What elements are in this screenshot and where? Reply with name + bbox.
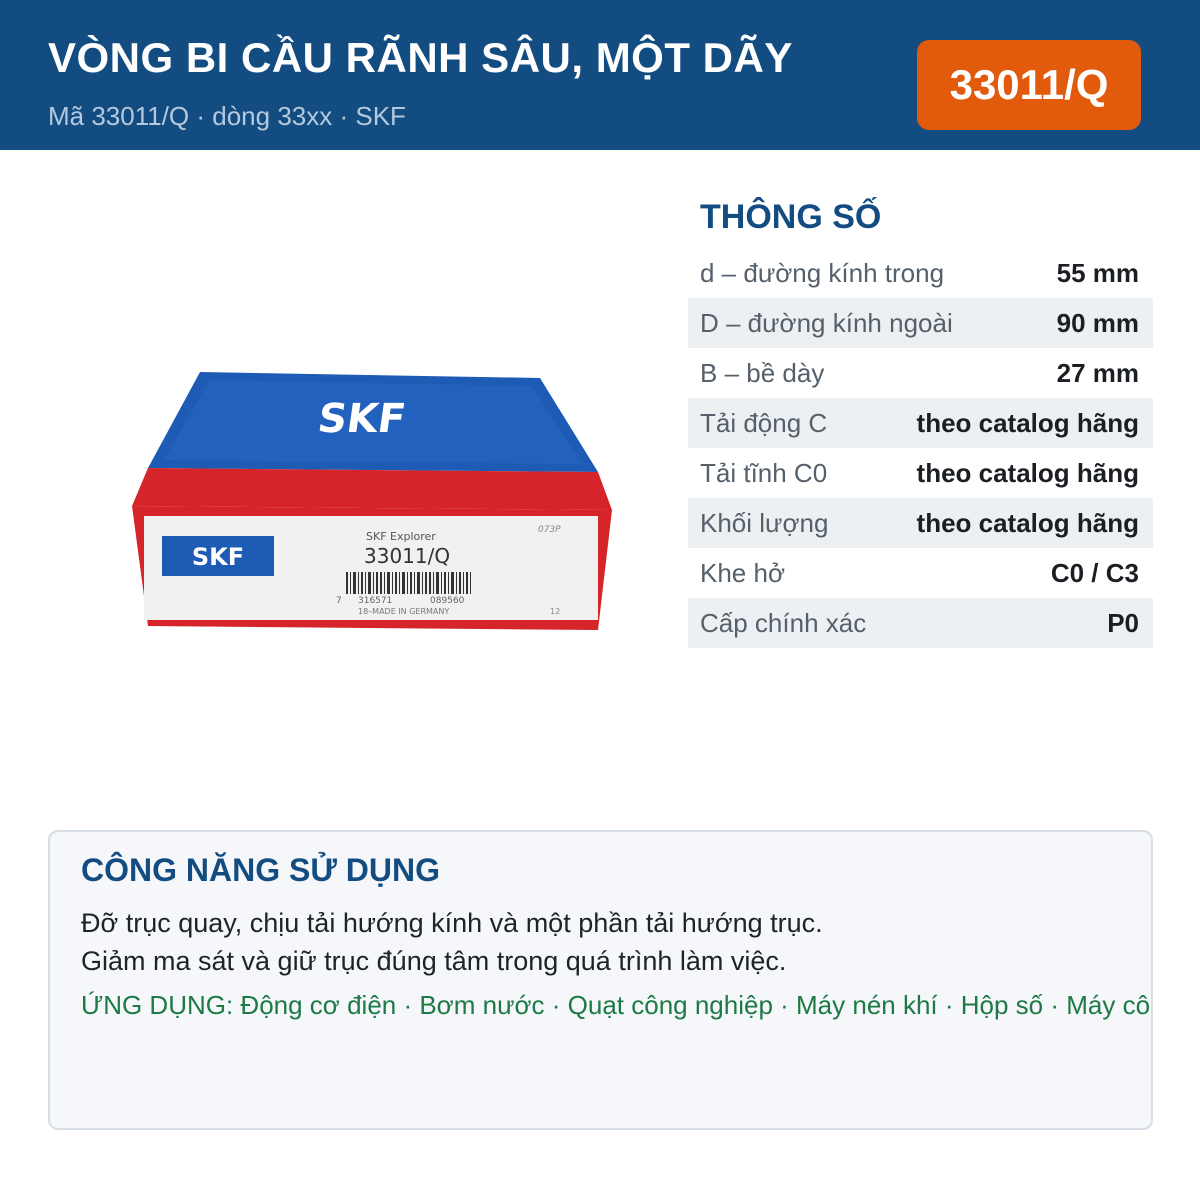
- spec-value: 55 mm: [1056, 257, 1139, 288]
- usage-heading: CÔNG NĂNG SỬ DỤNG: [81, 852, 440, 888]
- barcode-digits-right: 089560: [430, 596, 465, 606]
- spec-label: B – bề dày: [700, 357, 825, 388]
- spec-label: Tải tĩnh C0: [700, 457, 828, 488]
- spec-value: C0 / C3: [1050, 557, 1139, 588]
- box-corner-num: 12: [550, 607, 560, 616]
- spec-label: d – đường kính trong: [700, 257, 945, 288]
- applications-list: ỨNG DỤNG: Động cơ điện · Bơm nước · Quạt…: [81, 990, 1153, 1020]
- spec-row-static-load: Tải tĩnh C0 theo catalog hãng: [688, 448, 1153, 498]
- barcode-digits-mid: 316571: [358, 596, 392, 606]
- product-image: SKF SKF SKF Explorer 33011/Q 7 316571 08…: [120, 360, 620, 640]
- box-front-logo: SKF: [192, 543, 244, 571]
- spec-row-clearance: Khe hở C0 / C3: [688, 548, 1153, 598]
- box-label-line: SKF Explorer: [366, 530, 436, 543]
- usage-description-1: Đỡ trục quay, chịu tải hướng kính và một…: [81, 908, 823, 938]
- usage-description-2: Giảm ma sát và giữ trục đúng tâm trong q…: [81, 946, 787, 976]
- spec-row-precision: Cấp chính xác P0: [688, 598, 1153, 648]
- spec-label: Khối lượng: [700, 507, 829, 538]
- box-model-text: 33011/Q: [364, 544, 450, 568]
- box-red-band: [132, 468, 612, 510]
- spec-value: P0: [1107, 607, 1139, 638]
- spec-value: 27 mm: [1056, 357, 1139, 388]
- spec-label: D – đường kính ngoài: [700, 307, 953, 338]
- usage-panel: CÔNG NĂNG SỬ DỤNG Đỡ trục quay, chịu tải…: [48, 830, 1153, 1130]
- spec-label: Khe hở: [700, 557, 785, 588]
- barcode-digit-left: 7: [336, 596, 342, 606]
- spec-value: theo catalog hãng: [916, 507, 1139, 538]
- product-code-badge: 33011/Q: [917, 40, 1141, 130]
- spec-value: 90 mm: [1056, 307, 1139, 338]
- made-in-text: 18–MADE IN GERMANY: [358, 607, 449, 616]
- spec-row-weight: Khối lượng theo catalog hãng: [688, 498, 1153, 548]
- spec-row-outer-diameter: D – đường kính ngoài 90 mm: [688, 298, 1153, 348]
- spec-row-inner-diameter: d – đường kính trong 55 mm: [688, 248, 1153, 298]
- box-top-logo: SKF: [315, 396, 409, 442]
- spec-label: Cấp chính xác: [700, 607, 867, 638]
- specs-table: d – đường kính trong 55 mm D – đường kín…: [688, 248, 1153, 648]
- spec-row-width: B – bề dày 27 mm: [688, 348, 1153, 398]
- box-corner-code: 073P: [538, 525, 561, 535]
- page-title: VÒNG BI CẦU RÃNH SÂU, MỘT DÃY: [48, 34, 793, 81]
- spec-value: theo catalog hãng: [916, 407, 1139, 438]
- spec-label: Tải động C: [700, 407, 828, 438]
- page-subtitle: Mã 33011/Q · dòng 33xx · SKF: [48, 101, 406, 131]
- specs-heading: THÔNG SỐ: [700, 198, 882, 236]
- spec-row-dynamic-load: Tải động C theo catalog hãng: [688, 398, 1153, 448]
- spec-value: theo catalog hãng: [916, 457, 1139, 488]
- skf-box-illustration: SKF SKF SKF Explorer 33011/Q 7 316571 08…: [132, 372, 612, 630]
- header-bar: VÒNG BI CẦU RÃNH SÂU, MỘT DÃY Mã 33011/Q…: [0, 0, 1200, 150]
